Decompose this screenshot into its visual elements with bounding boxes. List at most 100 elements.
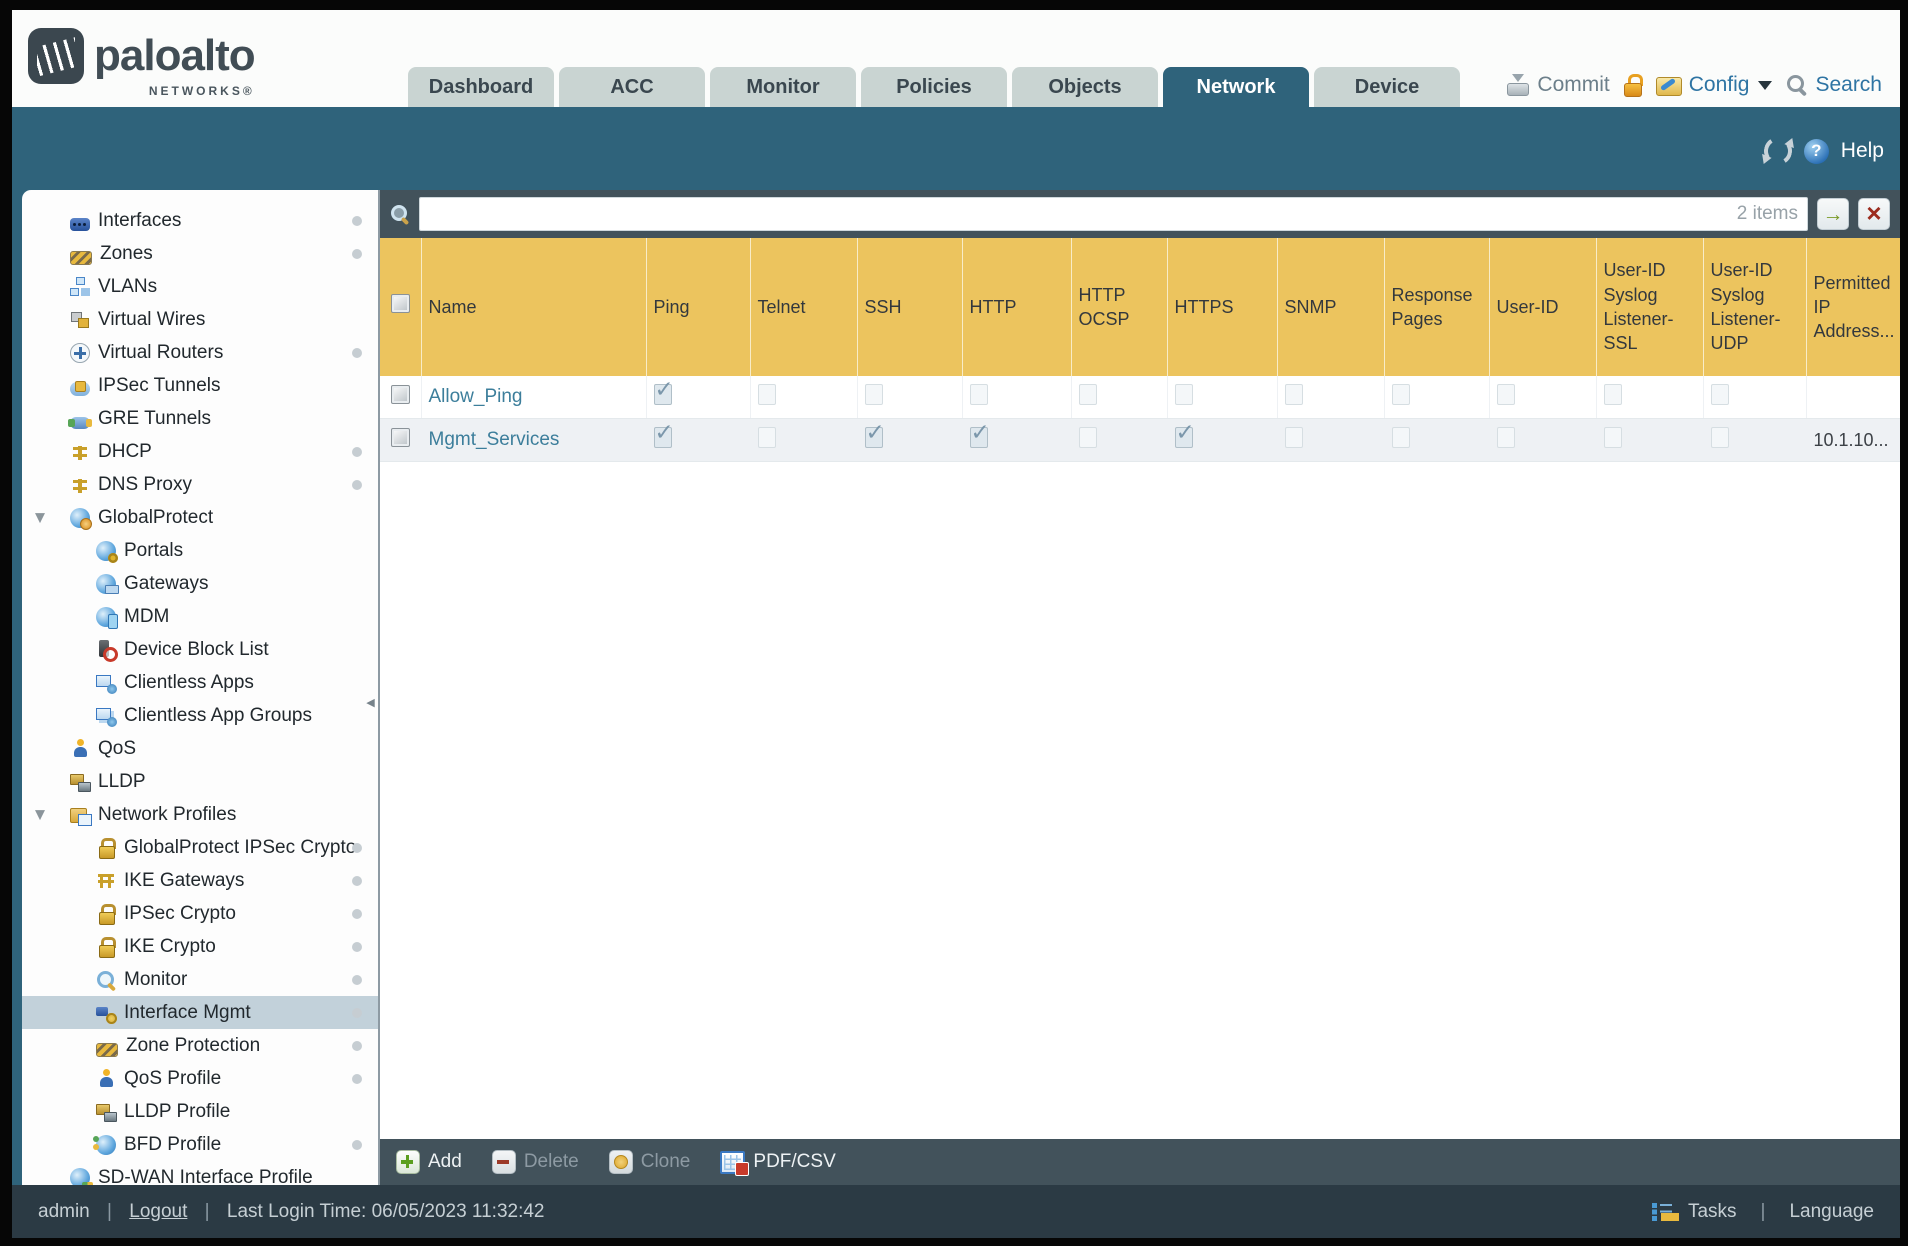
portals-icon	[96, 540, 118, 563]
column-header-uid-syslog-udp[interactable]: User-ID Syslog Listener-UDP	[1703, 238, 1807, 376]
status-dot	[352, 875, 362, 886]
sidebar-item-gre-tunnels[interactable]: GRE Tunnels	[22, 402, 378, 435]
sidebar-item-qos-profile[interactable]: QoS Profile	[22, 1062, 378, 1095]
sidebar-item-sd-wan-interface-profile[interactable]: SD-WAN Interface Profile	[22, 1161, 378, 1185]
response-pages-checkbox	[1391, 384, 1410, 405]
row-checkbox[interactable]	[391, 428, 410, 447]
sidebar-item-qos[interactable]: QoS	[22, 732, 378, 765]
help-icon[interactable]	[1803, 138, 1829, 164]
apply-filter-button[interactable]: →	[1817, 198, 1849, 230]
sidebar-item-label: IKE Gateways	[124, 869, 245, 891]
tab-acc[interactable]: ACC	[559, 67, 705, 107]
add-button[interactable]: Add	[396, 1150, 462, 1174]
search-icon	[1786, 74, 1808, 96]
row-name-link[interactable]: Allow_Ping	[429, 386, 523, 407]
last-login-time: Last Login Time: 06/05/2023 11:32:42	[226, 1200, 545, 1222]
column-header-http-ocsp[interactable]: HTTP OCSP	[1071, 238, 1168, 376]
lock-icon[interactable]	[1623, 74, 1643, 97]
sidebar-item-label: SD-WAN Interface Profile	[98, 1166, 313, 1186]
column-header-https[interactable]: HTTPS	[1167, 238, 1278, 376]
tab-objects[interactable]: Objects	[1012, 67, 1158, 107]
sidebar-item-label: Virtual Wires	[98, 308, 206, 330]
column-header-ssh[interactable]: SSH	[857, 238, 963, 376]
expander-icon[interactable]: ▼	[35, 510, 45, 525]
sidebar-item-globalprotect[interactable]: ▼ GlobalProtect	[22, 501, 378, 534]
status-dot	[352, 1007, 362, 1018]
tab-monitor[interactable]: Monitor	[710, 67, 856, 107]
sidebar-item-lldp-profile[interactable]: LLDP Profile	[22, 1095, 378, 1128]
sidebar-item-clientless-app-groups[interactable]: Clientless App Groups	[22, 699, 378, 732]
pdf-csv-button[interactable]: PDF/CSV	[720, 1150, 836, 1176]
sidebar-item-virtual-routers[interactable]: Virtual Routers	[22, 336, 378, 369]
column-header-telnet[interactable]: Telnet	[750, 238, 858, 376]
column-header-http[interactable]: HTTP	[962, 238, 1072, 376]
interfaces-icon	[70, 218, 90, 231]
sidebar-item-dhcp[interactable]: DHCP	[22, 435, 378, 468]
column-header-user-id[interactable]: User-ID	[1489, 238, 1597, 376]
sidebar-item-label: IPSec Crypto	[124, 902, 236, 924]
netprofiles-icon	[70, 805, 92, 826]
sidebar-item-globalprotect-ipsec-crypto[interactable]: GlobalProtect IPSec Crypto	[22, 831, 378, 864]
sidebar-item-zones[interactable]: Zones	[22, 237, 378, 270]
column-header-ping[interactable]: Ping	[646, 238, 751, 376]
clear-filter-button[interactable]: ×	[1858, 198, 1890, 230]
sidebar-item-vlans[interactable]: VLANs	[22, 270, 378, 303]
sidebar-item-interface-mgmt[interactable]: Interface Mgmt	[22, 996, 378, 1029]
tab-network[interactable]: Network	[1163, 67, 1309, 107]
select-all-checkbox[interactable]	[391, 294, 410, 314]
search-button[interactable]: Search	[1786, 73, 1882, 97]
column-header-permitted-ip[interactable]: Permitted IP Address...	[1806, 238, 1900, 376]
row-name-link[interactable]: Mgmt_Services	[429, 429, 560, 450]
sidebar-item-dns-proxy[interactable]: DNS Proxy	[22, 468, 378, 501]
sidebar-item-bfd-profile[interactable]: BFD Profile	[22, 1128, 378, 1161]
column-header-snmp[interactable]: SNMP	[1277, 238, 1385, 376]
sidebar-item-mdm[interactable]: MDM	[22, 600, 378, 633]
sidebar-item-interfaces[interactable]: Interfaces	[22, 204, 378, 237]
sidebar-item-virtual-wires[interactable]: Virtual Wires	[22, 303, 378, 336]
top-header: paloalto NETWORKS® Dashboard ACC Monitor Po…	[12, 10, 1900, 107]
sidebar-item-gateways[interactable]: Gateways	[22, 567, 378, 600]
filter-input[interactable]	[419, 197, 1808, 231]
sidebar-item-ike-crypto[interactable]: IKE Crypto	[22, 930, 378, 963]
column-header-uid-syslog-ssl[interactable]: User-ID Syslog Listener-SSL	[1596, 238, 1704, 376]
tasks-link[interactable]: Tasks	[1688, 1201, 1737, 1223]
sidebar-item-label: IPSec Tunnels	[98, 374, 221, 396]
sidebar-item-label: DHCP	[98, 440, 152, 462]
sidebar-item-ike-gateways[interactable]: IKE Gateways	[22, 864, 378, 897]
expander-icon[interactable]: ▼	[35, 807, 45, 822]
clone-button[interactable]: Clone	[608, 1150, 690, 1174]
sidebar-item-portals[interactable]: Portals	[22, 534, 378, 567]
sidebar-item-device-block-list[interactable]: Device Block List	[22, 633, 378, 666]
sidebar-panel: Interfaces Zones VLANs Virtual Wires Virtual…	[22, 190, 378, 1185]
sidebar-item-zone-protection[interactable]: Zone Protection	[22, 1029, 378, 1062]
tab-dashboard[interactable]: Dashboard	[408, 67, 554, 107]
sidebar-collapse-handle[interactable]: ◀	[364, 690, 377, 714]
tab-policies[interactable]: Policies	[861, 67, 1007, 107]
column-header-response-pages[interactable]: Response Pages	[1384, 238, 1490, 376]
lock-icon	[96, 837, 116, 859]
pdf-csv-label: PDF/CSV	[753, 1151, 836, 1172]
sidebar-item-ipsec-crypto[interactable]: IPSec Crypto	[22, 897, 378, 930]
language-link[interactable]: Language	[1789, 1201, 1874, 1223]
commit-button[interactable]: Commit	[1506, 73, 1610, 97]
sidebar-item-lldp[interactable]: LLDP	[22, 765, 378, 798]
config-menu-button[interactable]: Config	[1655, 73, 1773, 97]
sidebar-item-monitor[interactable]: Monitor	[22, 963, 378, 996]
content-panel: 2 items → × Name Ping Telnet SSH HTTP HT…	[378, 190, 1900, 1185]
logout-link[interactable]: Logout	[129, 1201, 187, 1222]
chevron-down-icon	[1758, 80, 1773, 90]
sidebar-item-label: IKE Crypto	[124, 935, 216, 957]
delete-button[interactable]: Delete	[491, 1150, 579, 1174]
refresh-icon[interactable]	[1761, 134, 1795, 168]
help-label[interactable]: Help	[1841, 139, 1884, 163]
row-checkbox[interactable]	[391, 385, 410, 404]
column-header-name[interactable]: Name	[421, 238, 647, 376]
sidebar-item-network-profiles[interactable]: ▼ Network Profiles	[22, 798, 378, 831]
search-label: Search	[1815, 73, 1882, 96]
tasks-icon	[1651, 1202, 1676, 1222]
sidebar-item-ipsec-tunnels[interactable]: IPSec Tunnels	[22, 369, 378, 402]
sidebar-item-label: Interface Mgmt	[124, 1001, 251, 1023]
tab-device[interactable]: Device	[1314, 67, 1460, 107]
uid-syslog-ssl-checkbox	[1603, 384, 1622, 405]
sidebar-item-clientless-apps[interactable]: Clientless Apps	[22, 666, 378, 699]
